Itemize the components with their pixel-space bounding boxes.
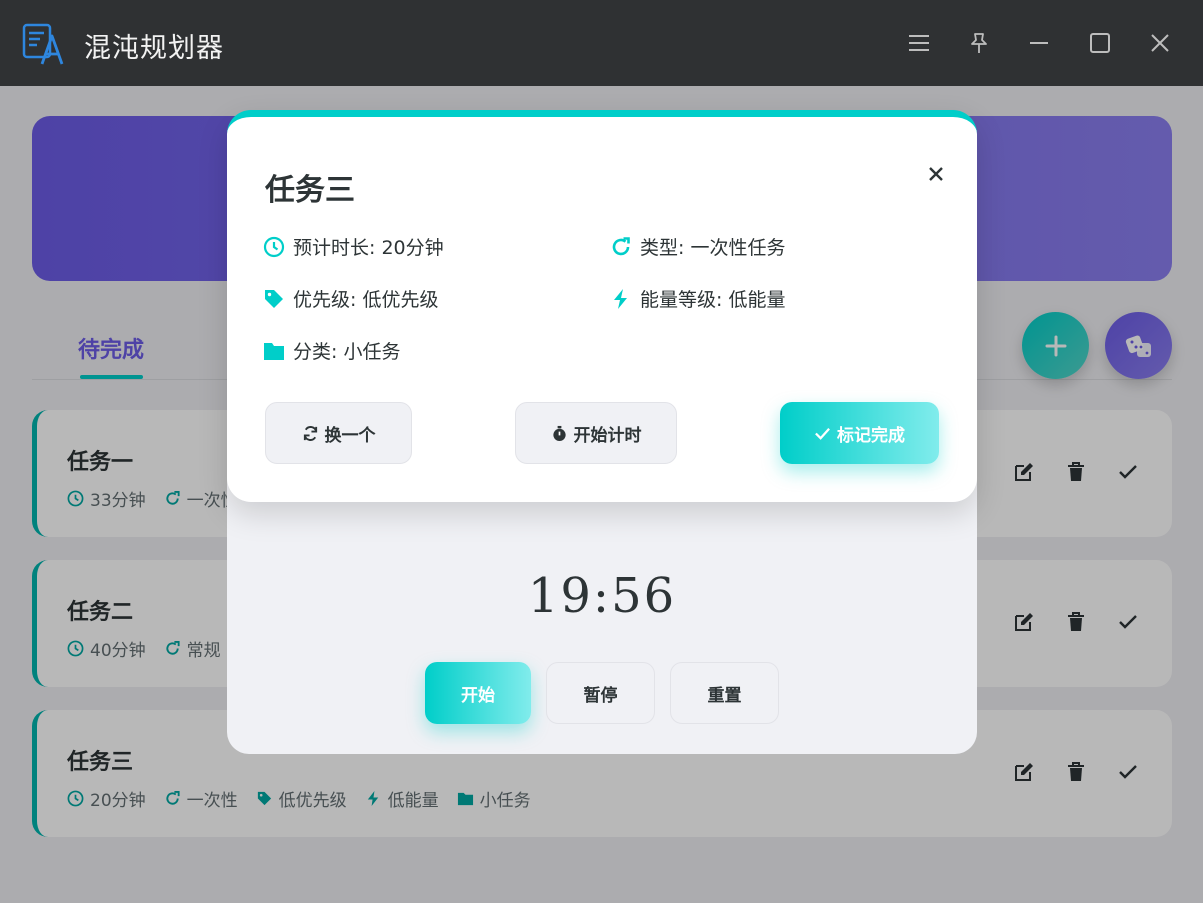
detail-type: 类型: 一次性任务: [610, 233, 785, 260]
pin-icon: [971, 33, 987, 53]
maximize-button[interactable]: [1085, 28, 1115, 58]
minimize-icon: [1030, 42, 1048, 44]
modal-title: 任务三: [265, 173, 355, 208]
title-bar: 混沌规划器: [0, 0, 1203, 86]
detail-category: 分类: 小任务: [263, 337, 400, 364]
check-icon: [815, 427, 830, 440]
detail-priority: 优先级: 低优先级: [263, 285, 438, 312]
detail-energy: 能量等级: 低能量: [610, 285, 785, 312]
folder-icon: [264, 342, 284, 360]
bolt-icon: [614, 288, 627, 309]
menu-icon: [909, 35, 929, 51]
close-icon[interactable]: [925, 163, 947, 185]
menu-button[interactable]: [904, 28, 934, 58]
pin-button[interactable]: [964, 28, 994, 58]
timer-display: 19:56: [527, 568, 677, 624]
detail-energy-text: 能量等级: 低能量: [640, 289, 786, 311]
detail-duration-text: 预计时长: 20分钟: [293, 237, 444, 259]
clock-icon: [263, 236, 285, 257]
timer-reset-button[interactable]: 重置: [670, 662, 779, 724]
mark-done-button[interactable]: 标记完成: [780, 402, 939, 464]
app-logo: [22, 23, 64, 65]
timer-start-button[interactable]: 开始: [425, 662, 531, 724]
start-timer-label: 开始计时: [573, 425, 642, 446]
start-timer-button[interactable]: 开始计时: [515, 402, 677, 464]
timer-pause-button[interactable]: 暂停: [546, 662, 655, 724]
task-detail-modal: 任务三 预计时长: 20分钟 类型: 一次性任务 优先级: 低优先级 能量等级:…: [227, 110, 977, 502]
app-title: 混沌规划器: [84, 33, 224, 64]
mark-done-label: 标记完成: [837, 425, 905, 446]
stopwatch-icon: [552, 425, 566, 441]
tag-icon: [265, 289, 283, 308]
maximize-icon: [1090, 33, 1110, 53]
minimize-button[interactable]: [1024, 28, 1054, 58]
detail-category-text: 分类: 小任务: [293, 341, 401, 363]
detail-type-text: 类型: 一次性任务: [640, 237, 786, 259]
close-icon: [1151, 34, 1169, 52]
redo-icon: [612, 236, 630, 255]
close-window-button[interactable]: [1145, 28, 1175, 58]
detail-duration: 预计时长: 20分钟: [263, 233, 444, 260]
detail-priority-text: 优先级: 低优先级: [293, 289, 439, 311]
swap-task-button[interactable]: 换一个: [265, 402, 412, 464]
sync-icon: [303, 425, 317, 441]
swap-task-label: 换一个: [324, 425, 376, 446]
